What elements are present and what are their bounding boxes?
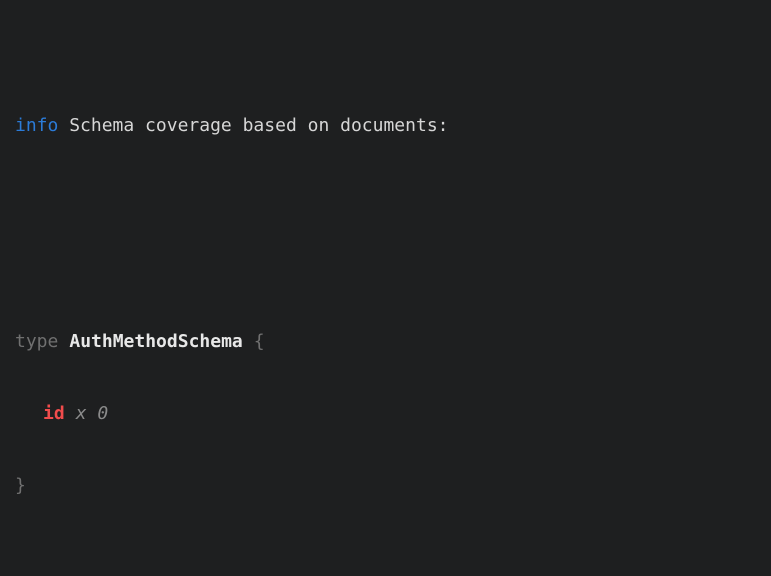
info-badge: info bbox=[15, 115, 58, 136]
log-info-line: info Schema coverage based on documents: bbox=[15, 114, 761, 138]
type-header-line: type AuthMethodSchema { bbox=[15, 330, 761, 354]
close-brace: } bbox=[15, 475, 26, 496]
info-message: Schema coverage based on documents: bbox=[69, 115, 448, 136]
type-name: AuthMethodSchema bbox=[69, 331, 242, 352]
blank-line bbox=[15, 210, 761, 234]
open-brace: { bbox=[254, 331, 265, 352]
field-line: id x 0 bbox=[15, 402, 761, 426]
field-count: x 0 bbox=[76, 403, 109, 424]
blank-line bbox=[15, 570, 761, 576]
block-close-line: } bbox=[15, 474, 761, 498]
field-name: id bbox=[43, 403, 65, 424]
type-keyword: type bbox=[15, 331, 58, 352]
terminal-output: info Schema coverage based on documents:… bbox=[0, 0, 771, 576]
